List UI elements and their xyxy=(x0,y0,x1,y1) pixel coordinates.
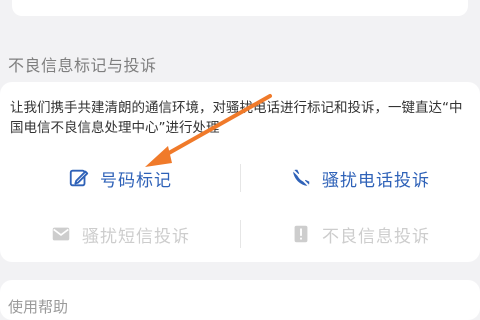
message-icon xyxy=(50,223,72,245)
divider xyxy=(240,164,241,192)
divider xyxy=(240,220,241,248)
section-title: 不良信息标记与投诉 xyxy=(8,56,157,75)
help-card xyxy=(0,280,480,320)
harass-call-report-button[interactable]: 骚扰电话投诉 xyxy=(240,156,480,200)
report-card: 让我们携手共建清朗的通信环境，对骚扰电话进行标记和投诉，一键直达“中国电信不良信… xyxy=(0,82,480,262)
bad-info-report-label: 不良信息投诉 xyxy=(322,226,430,247)
actions-row-2: 骚扰短信投诉 不良信息投诉 xyxy=(0,212,480,256)
help-title: 使用帮助 xyxy=(8,298,69,316)
edit-icon xyxy=(68,167,90,189)
bad-info-report-button[interactable]: 不良信息投诉 xyxy=(240,212,480,256)
actions-row-1: 号码标记 骚扰电话投诉 xyxy=(0,156,480,200)
mark-number-label: 号码标记 xyxy=(100,170,172,191)
previous-card xyxy=(12,0,468,16)
phone-block-icon xyxy=(290,167,312,189)
mark-number-button[interactable]: 号码标记 xyxy=(0,156,240,200)
harass-sms-report-button[interactable]: 骚扰短信投诉 xyxy=(0,212,240,256)
harass-call-report-label: 骚扰电话投诉 xyxy=(322,170,430,191)
harass-sms-report-label: 骚扰短信投诉 xyxy=(82,226,190,247)
report-icon xyxy=(290,223,312,245)
section-description: 让我们携手共建清朗的通信环境，对骚扰电话进行标记和投诉，一键直达“中国电信不良信… xyxy=(10,100,463,136)
